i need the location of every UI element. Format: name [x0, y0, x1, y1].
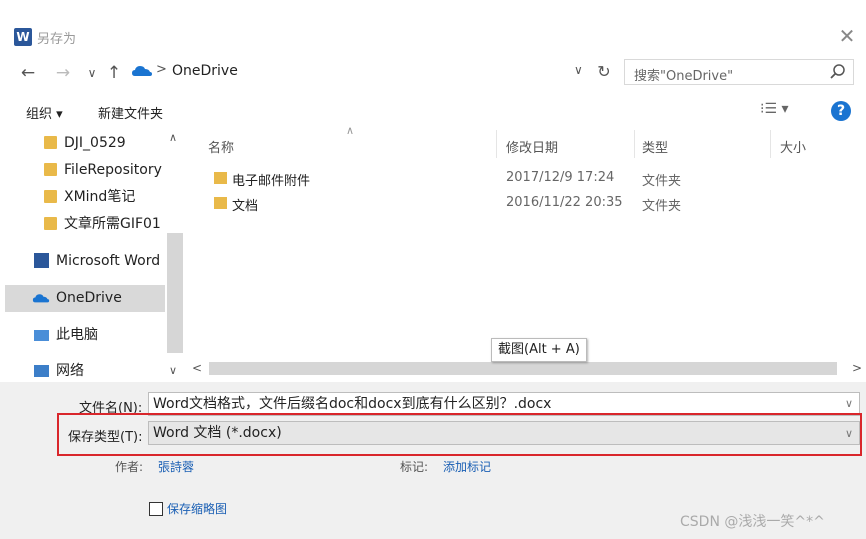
recent-locations-button[interactable]: ∨: [81, 62, 103, 84]
sidebar-item-label: OneDrive: [56, 290, 122, 306]
close-button[interactable]: ✕: [834, 24, 860, 48]
watermark: CSDN @浅浅一笑^*^: [680, 514, 825, 530]
sidebar-item-this-pc[interactable]: 此电脑: [0, 322, 165, 348]
column-divider[interactable]: [634, 130, 635, 158]
file-row[interactable]: 电子邮件附件 2017/12/9 17:24 文件夹: [190, 167, 850, 191]
word-app-icon: W: [14, 28, 32, 46]
sidebar-item-dji[interactable]: DJI_0529: [0, 130, 165, 156]
sidebar-item-gif[interactable]: 文章所需GIF01: [0, 211, 165, 237]
search-placeholder: 搜索"OneDrive": [634, 69, 734, 84]
organize-menu[interactable]: 组织 ▾: [26, 103, 63, 122]
column-name[interactable]: 名称: [208, 137, 234, 156]
forward-button[interactable]: →: [52, 62, 74, 84]
file-date: 2016/11/22 20:35: [506, 195, 623, 210]
search-icon[interactable]: [829, 63, 847, 81]
column-divider[interactable]: [770, 130, 771, 158]
pc-icon: [34, 330, 49, 341]
address-dropdown-icon[interactable]: ∨: [574, 63, 583, 77]
scroll-right-icon[interactable]: >: [852, 361, 862, 375]
column-divider[interactable]: [496, 130, 497, 158]
onedrive-icon: [32, 294, 50, 303]
sidebar-item-microsoft-word[interactable]: Microsoft Word: [0, 248, 165, 274]
file-type: 文件夹: [642, 199, 682, 214]
folder-icon: [44, 190, 57, 203]
column-date[interactable]: 修改日期: [506, 137, 558, 156]
file-row[interactable]: 文档 2016/11/22 20:35 文件夹: [190, 192, 850, 216]
sidebar-item-label: 此电脑: [56, 327, 98, 343]
scroll-down-icon[interactable]: ∨: [169, 364, 177, 377]
tags-input[interactable]: 添加标记: [443, 458, 491, 475]
up-button[interactable]: ↑: [103, 62, 125, 84]
file-type: 文件夹: [642, 174, 682, 189]
author-value[interactable]: 張詩蓉: [158, 458, 194, 475]
scroll-up-icon[interactable]: ∧: [169, 131, 177, 144]
folder-icon: [214, 172, 227, 184]
annotation-highlight-box: [57, 413, 862, 456]
sidebar-item-label: 文章所需GIF01: [64, 216, 161, 232]
screenshot-tooltip: 截图(Alt + A): [491, 338, 587, 362]
sidebar-item-label: 网络: [56, 363, 84, 379]
file-name: 电子邮件附件: [232, 174, 311, 189]
onedrive-icon: [132, 66, 152, 76]
scroll-left-icon[interactable]: <: [192, 361, 202, 375]
column-type[interactable]: 类型: [642, 137, 668, 156]
tags-label: 标记:: [400, 460, 429, 474]
sidebar-item-label: XMind笔记: [64, 189, 136, 205]
folder-icon: [214, 197, 227, 209]
back-button[interactable]: ←: [17, 62, 39, 84]
sort-ascending-icon: ∧: [346, 124, 355, 137]
folder-icon: [44, 136, 57, 149]
file-date: 2017/12/9 17:24: [506, 170, 615, 185]
new-folder-button[interactable]: 新建文件夹: [98, 103, 163, 122]
window-title: 另存为: [37, 32, 77, 47]
sidebar-item-network[interactable]: 网络: [0, 358, 165, 384]
help-icon[interactable]: ?: [831, 101, 851, 121]
sidebar-scroll-thumb[interactable]: [167, 233, 183, 353]
address-location[interactable]: OneDrive: [172, 63, 238, 79]
sidebar-item-onedrive[interactable]: OneDrive: [0, 285, 165, 311]
refresh-button[interactable]: ↻: [593, 60, 615, 84]
column-size[interactable]: 大小: [780, 137, 806, 156]
address-separator: >: [156, 62, 167, 77]
sidebar-item-label: Microsoft Word: [56, 253, 161, 269]
author-label: 作者:: [115, 460, 144, 474]
sidebar-item-xmind[interactable]: XMind笔记: [0, 184, 165, 210]
file-name: 文档: [232, 199, 259, 214]
horizontal-scroll-thumb[interactable]: [209, 362, 837, 375]
sidebar-item-label: DJI_0529: [64, 135, 126, 151]
word-icon: [34, 253, 49, 268]
filename-dropdown-icon[interactable]: ∨: [845, 397, 853, 410]
network-icon: [34, 365, 49, 377]
save-thumbnail-checkbox[interactable]: [149, 502, 163, 516]
sidebar-item-label: FileRepository: [64, 162, 162, 178]
save-thumbnail-label[interactable]: 保存缩略图: [167, 500, 227, 517]
view-options-icon[interactable]: ⁝☰ ▾: [760, 101, 794, 121]
folder-icon: [44, 217, 57, 230]
folder-icon: [44, 163, 57, 176]
sidebar-item-filerepository[interactable]: FileRepository: [0, 157, 165, 183]
